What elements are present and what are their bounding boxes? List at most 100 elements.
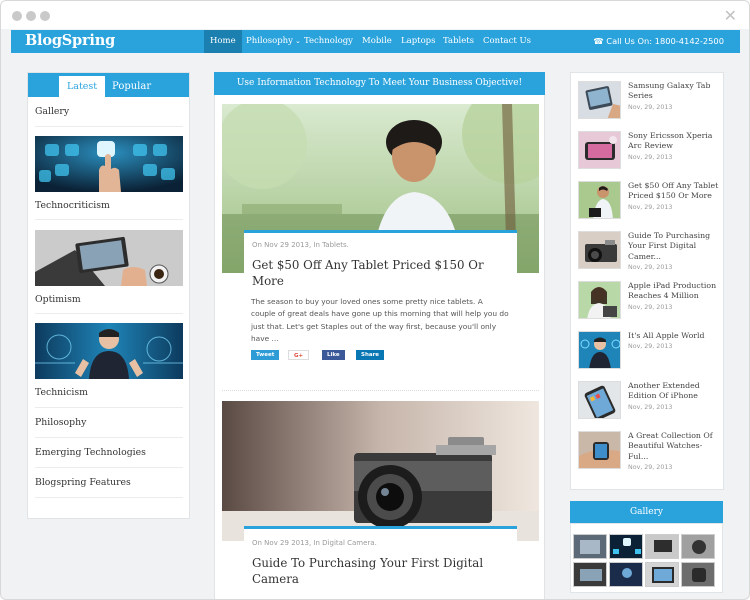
separator: [35, 219, 183, 220]
share-facebook-button[interactable]: Like: [322, 350, 345, 360]
separator: [35, 467, 183, 468]
sidebar-item-optimism[interactable]: Optimism: [35, 294, 183, 305]
list-item-date: Nov, 29, 2013: [628, 263, 673, 271]
nav-technology[interactable]: Technology: [298, 30, 359, 53]
gallery-thumb-art: [610, 563, 642, 586]
technocriticism-image[interactable]: [35, 136, 183, 192]
gallery-thumb[interactable]: [573, 562, 607, 587]
gallery-thumb-art: [682, 563, 714, 586]
list-item-date: Nov, 29, 2013: [628, 343, 673, 351]
gallery-title: Gallery: [570, 501, 723, 523]
iphone-thumb: [579, 382, 620, 418]
list-item-title: Another Extended Edition Of iPhone: [628, 381, 700, 401]
list-item[interactable]: It's All Apple World Nov, 29, 2013: [578, 331, 720, 371]
gallery-thumb-art: [646, 535, 678, 558]
phone-contact[interactable]: ☎ Call Us On: 1800-4142-2500: [593, 30, 724, 53]
share-linkedin-button[interactable]: Share: [356, 350, 385, 360]
nav-contact[interactable]: Contact Us: [477, 30, 537, 53]
nav-home[interactable]: Home: [204, 30, 242, 53]
tab-latest[interactable]: Latest: [59, 76, 106, 97]
thumb-image: [578, 231, 621, 269]
technicism-thumb: [579, 332, 620, 368]
list-item[interactable]: Sony Ericsson Xperia Arc Review Nov, 29, …: [578, 131, 720, 171]
share-gplus-button[interactable]: G+: [288, 350, 310, 360]
girl-ipad-thumb: [579, 282, 620, 318]
gallery-thumb[interactable]: [681, 562, 715, 587]
list-item-title: A Great Collection Of Beautiful Watches-…: [628, 431, 713, 461]
gallery-thumb[interactable]: [681, 534, 715, 559]
thumb-image: [578, 381, 621, 419]
list-item-title: Apple iPad Production Reaches 4 Million: [628, 281, 717, 301]
sidebar-tabs: Latest Popular: [28, 73, 189, 97]
share-twitter-button[interactable]: Tweet: [251, 350, 280, 360]
list-item-date: Nov, 29, 2013: [628, 153, 673, 161]
list-item[interactable]: A Great Collection Of Beautiful Watches-…: [578, 431, 720, 471]
post-list: On Nov 29 2013, In Tablets. Get $50 Off …: [214, 95, 545, 599]
left-sidebar: Latest Popular Gallery Technocriticism O…: [27, 72, 190, 519]
post-title[interactable]: Get $50 Off Any Tablet Priced $150 Or Mo…: [252, 257, 510, 289]
thumb-image: [578, 131, 621, 169]
close-icon[interactable]: ✕: [724, 6, 737, 25]
sidebar-item-blogspring-features[interactable]: Blogspring Features: [35, 477, 183, 488]
nav-mobile[interactable]: Mobile: [356, 30, 398, 53]
post-title[interactable]: Guide To Purchasing Your First Digital C…: [252, 555, 510, 587]
technicism-illustration: [35, 323, 183, 379]
center-banner: Use Information Technology To Meet Your …: [214, 72, 545, 95]
nav-tablets[interactable]: Tablets: [437, 30, 480, 53]
list-item[interactable]: Another Extended Edition Of iPhone Nov, 2…: [578, 381, 720, 421]
nav-philosophy[interactable]: Philosophy ⌄: [240, 30, 307, 53]
list-item-title: Samsung Galaxy Tab Series: [628, 81, 711, 101]
separator: [35, 497, 183, 498]
separator: [35, 407, 183, 408]
sidebar-item-philosophy[interactable]: Philosophy: [35, 417, 183, 428]
tab-popular[interactable]: Popular: [104, 76, 159, 97]
tablet-man-thumb: [579, 182, 620, 218]
phone-icon: ☎: [593, 36, 604, 46]
site-logo[interactable]: BlogSpring: [25, 32, 115, 49]
post-meta: On Nov 29 2013, In Digital Camera.: [252, 539, 377, 547]
gallery-thumb[interactable]: [573, 534, 607, 559]
post-image-camera[interactable]: [222, 401, 539, 541]
list-item-title: Sony Ericsson Xperia Arc Review: [628, 131, 713, 151]
list-item-date: Nov, 29, 2013: [628, 203, 673, 211]
gallery-thumb-art: [646, 563, 678, 586]
separator: [35, 437, 183, 438]
gallery-grid: [570, 523, 723, 593]
camera-photo: [222, 401, 539, 541]
technocriticism-illustration: [35, 136, 183, 192]
separator: [35, 126, 183, 127]
thumb-image: [578, 281, 621, 319]
phone-number: Call Us On: 1800-4142-2500: [606, 36, 724, 46]
list-item[interactable]: Apple iPad Production Reaches 4 Million N…: [578, 281, 720, 321]
gallery-thumb[interactable]: [609, 562, 643, 587]
right-sidebar: Samsung Galaxy Tab Series Nov, 29, 2013 S…: [570, 72, 724, 490]
window-dot-icon[interactable]: [12, 11, 22, 21]
list-item[interactable]: Samsung Galaxy Tab Series Nov, 29, 2013: [578, 81, 720, 121]
list-item-title: Get $50 Off Any Tablet Priced $150 Or Mo…: [628, 181, 719, 201]
sidebar-item-gallery[interactable]: Gallery: [35, 106, 183, 117]
nav-laptops[interactable]: Laptops: [395, 30, 442, 53]
post-excerpt: The season to buy your loved ones some p…: [251, 297, 509, 344]
optimism-image[interactable]: [35, 230, 183, 286]
nav-philosophy-label: Philosophy: [246, 36, 293, 46]
gallery-thumb[interactable]: [645, 534, 679, 559]
list-item-date: Nov, 29, 2013: [628, 463, 673, 471]
gallery-thumb-art: [610, 535, 642, 558]
list-item-title: It's All Apple World: [628, 331, 705, 340]
window-dot-icon[interactable]: [40, 11, 50, 21]
optimism-illustration: [35, 230, 183, 286]
list-item-date: Nov, 29, 2013: [628, 303, 673, 311]
gallery-thumb[interactable]: [609, 534, 643, 559]
gallery-thumb[interactable]: [645, 562, 679, 587]
list-item[interactable]: Get $50 Off Any Tablet Priced $150 Or Mo…: [578, 181, 720, 221]
gallery-thumb-art: [682, 535, 714, 558]
technicism-image[interactable]: [35, 323, 183, 379]
list-item[interactable]: Guide To Purchasing Your First Digital C…: [578, 231, 720, 271]
sidebar-item-technicism[interactable]: Technicism: [35, 387, 183, 398]
list-item-date: Nov, 29, 2013: [628, 403, 673, 411]
sidebar-item-technocriticism[interactable]: Technocriticism: [35, 200, 183, 211]
phone-thumb: [579, 132, 620, 168]
window-dot-icon[interactable]: [26, 11, 36, 21]
sidebar-item-emerging-technologies[interactable]: Emerging Technologies: [35, 447, 183, 458]
window-chrome: ✕: [1, 1, 749, 29]
